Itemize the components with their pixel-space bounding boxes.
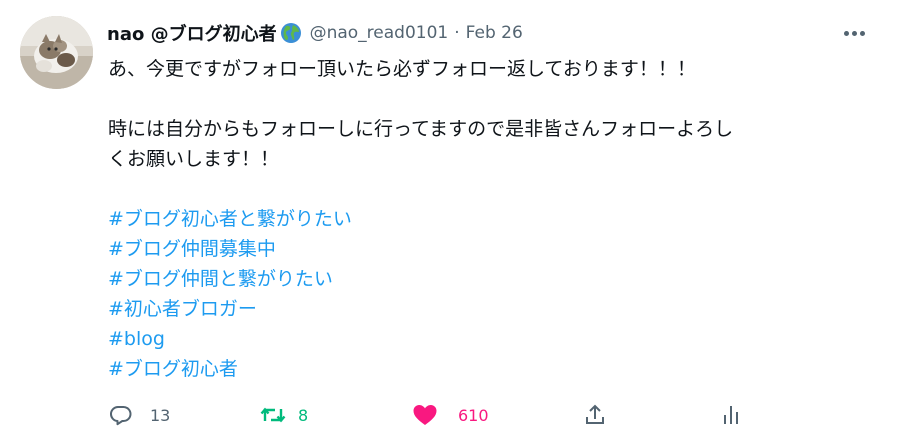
hashtag-link[interactable]: #ブログ仲間と繋がりたい xyxy=(108,264,888,294)
reply-button[interactable]: 13 xyxy=(106,398,170,432)
reply-bubble-icon xyxy=(106,400,136,430)
hashtag-link[interactable]: #ブログ初心者と繋がりたい xyxy=(108,204,888,234)
retweet-button[interactable]: 8 xyxy=(258,398,308,432)
tweet-card[interactable]: nao @ブログ初心者 @nao_read0101 · Feb 26 あ、今更で… xyxy=(0,0,904,441)
avatar[interactable] xyxy=(20,16,93,89)
reply-count: 13 xyxy=(150,405,171,425)
tweet-line: くお願いします！！ xyxy=(108,148,280,170)
retweet-count: 8 xyxy=(298,405,309,425)
share-button[interactable] xyxy=(580,398,610,432)
heart-icon xyxy=(410,400,440,430)
analytics-icon xyxy=(716,400,746,430)
tweet-header: nao @ブログ初心者 @nao_read0101 · Feb 26 xyxy=(107,20,523,46)
tweet-actions: 13 8 610 xyxy=(106,398,738,432)
ellipsis-icon[interactable] xyxy=(838,20,870,46)
hashtag-link[interactable]: #ブログ仲間募集中 xyxy=(108,234,888,264)
hashtag-link[interactable]: #ブログ初心者 xyxy=(108,354,888,384)
tweet-line: あ、今更ですがフォロー頂いたら必ずフォロー返しております！！！ xyxy=(108,58,696,80)
author-handle[interactable]: @nao_read0101 xyxy=(310,23,449,43)
like-button[interactable]: 610 xyxy=(410,398,489,432)
analytics-button[interactable] xyxy=(716,398,746,432)
share-icon xyxy=(580,400,610,430)
separator-dot: · xyxy=(454,23,460,43)
tweet-date[interactable]: Feb 26 xyxy=(466,23,523,43)
globe-americas-icon xyxy=(280,22,302,44)
hashtag-link[interactable]: #blog xyxy=(108,324,888,354)
like-count: 610 xyxy=(458,405,489,425)
retweet-icon xyxy=(258,400,288,430)
hashtag-link[interactable]: #初心者ブロガー xyxy=(108,294,888,324)
tweet-text: あ、今更ですがフォロー頂いたら必ずフォロー返しております！！！ 時には自分からも… xyxy=(108,54,888,384)
tweet-line: 時には自分からもフォローしに行ってますので是非皆さんフォローよろし xyxy=(108,118,734,140)
author-name[interactable]: nao @ブログ初心者 xyxy=(107,20,277,46)
